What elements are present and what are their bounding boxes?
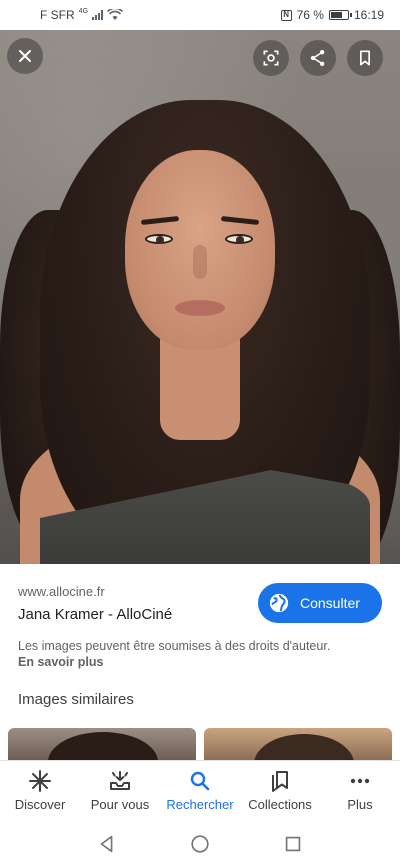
share-icon [310, 50, 325, 66]
face [125, 150, 275, 350]
close-icon [19, 50, 31, 62]
carrier-label: F SFR [40, 8, 75, 22]
nav-label: Pour vous [90, 797, 150, 812]
similar-images-title: Images similaires [18, 691, 134, 708]
preview-image[interactable] [0, 30, 400, 564]
system-navigation [0, 820, 400, 867]
nav-for-you[interactable]: Pour vous [80, 761, 160, 820]
network-label: 4G [78, 7, 89, 15]
similar-image-thumbnail[interactable] [8, 728, 196, 762]
close-button[interactable] [7, 38, 43, 74]
result-title[interactable]: Jana Kramer - AlloCiné [18, 606, 172, 623]
nav-collections[interactable]: Collections [240, 761, 320, 820]
inbox-icon [110, 771, 130, 790]
back-icon[interactable] [96, 833, 118, 855]
consult-label: Consulter [300, 595, 360, 611]
nav-label: Rechercher [166, 797, 234, 812]
bookmark-icon [360, 50, 370, 66]
consult-button[interactable]: Consulter [258, 583, 382, 623]
recents-icon[interactable] [282, 833, 304, 855]
nav-search[interactable]: Rechercher [160, 761, 240, 820]
globe-icon [269, 593, 289, 613]
nfc-icon: N [280, 9, 292, 21]
learn-more-link[interactable]: En savoir plus [18, 655, 103, 669]
result-source[interactable]: www.allocine.fr [18, 584, 105, 599]
status-bar: F SFR 4G N 76 % 16:19 [0, 0, 400, 30]
bottom-navigation: Discover Pour vous Rechercher Collection… [0, 760, 400, 820]
nav-discover[interactable]: Discover [0, 761, 80, 820]
lens-icon [263, 50, 279, 66]
copyright-notice: Les images peuvent être soumises à des d… [18, 639, 331, 653]
lens-button[interactable] [253, 40, 289, 76]
bookmark-button[interactable] [347, 40, 383, 76]
asterisk-icon [29, 770, 51, 792]
battery-icon [328, 10, 352, 20]
clock: 16:19 [353, 8, 384, 22]
share-button[interactable] [300, 40, 336, 76]
nav-label: Plus [347, 797, 373, 812]
search-icon [190, 771, 210, 791]
more-icon [350, 778, 370, 784]
collections-icon [272, 771, 288, 792]
nav-label: Discover [14, 797, 66, 812]
nav-label: Collections [248, 797, 312, 812]
signal-icon [92, 10, 104, 20]
similar-image-thumbnail[interactable] [204, 728, 392, 762]
nav-more[interactable]: Plus [320, 761, 400, 820]
battery-percent: 76 % [296, 8, 324, 22]
wifi-icon [107, 9, 124, 20]
home-icon[interactable] [189, 833, 211, 855]
